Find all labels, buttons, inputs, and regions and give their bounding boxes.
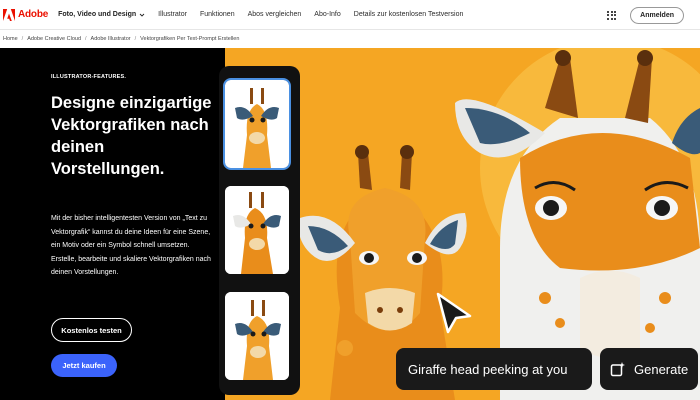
hero-section: ILLUSTRATOR-FEATURES. Designe einzigarti… [0, 48, 700, 400]
adobe-logo-icon [3, 8, 15, 21]
nav-item-abo-info[interactable]: Abo-Info [314, 11, 340, 18]
nav-item-illustrator[interactable]: Illustrator [158, 11, 187, 18]
variation-thumbnail-3[interactable] [225, 292, 289, 380]
free-trial-button[interactable]: Kostenlos testen [51, 318, 132, 342]
hero-text-panel: ILLUSTRATOR-FEATURES. Designe einzigarti… [0, 48, 225, 400]
giraffe-thumbnail-image [225, 80, 289, 168]
variation-thumbnail-strip [219, 66, 300, 395]
cursor-arrow-icon [436, 292, 472, 334]
breadcrumb-separator: / [21, 36, 24, 42]
nav-item-abos-vergleichen[interactable]: Abos vergleichen [248, 11, 302, 18]
generate-label: Generate [634, 361, 689, 377]
adobe-brand-link[interactable]: Adobe [3, 8, 49, 21]
nav-item-label: Foto, Video und Design [58, 11, 137, 18]
variation-thumbnail-2[interactable] [225, 186, 289, 274]
nav-item-foto-video-design[interactable]: Foto, Video und Design [58, 11, 145, 18]
giraffe-thumbnail-image [225, 186, 289, 274]
prompt-text: Giraffe head peeking at you [408, 361, 568, 377]
global-nav: Adobe Foto, Video und Design Illustrator… [0, 0, 700, 30]
app-grid-icon[interactable] [607, 10, 617, 20]
generate-sparkle-icon [610, 362, 625, 377]
breadcrumb-separator: / [134, 36, 137, 42]
brand-name: Adobe [18, 9, 49, 20]
chevron-down-icon [139, 12, 145, 18]
breadcrumb-creative-cloud[interactable]: Adobe Creative Cloud [27, 36, 81, 42]
breadcrumb-separator: / [85, 36, 87, 42]
nav-right: Anmelden [607, 0, 684, 30]
breadcrumb-current-page: Vektorgrafiken Per Text-Prompt Erstellen [140, 36, 240, 42]
nav-item-funktionen[interactable]: Funktionen [200, 11, 235, 18]
hero-description: Mit der bisher intelligentesten Version … [51, 215, 211, 276]
login-button[interactable]: Anmelden [630, 6, 684, 24]
variation-thumbnail-1[interactable] [223, 78, 291, 170]
hero-eyebrow: ILLUSTRATOR-FEATURES. [51, 74, 127, 80]
giraffe-thumbnail-image [225, 292, 289, 380]
hero-headline: Designe einzigartige Vektorgrafiken nach… [51, 94, 212, 178]
breadcrumb-home[interactable]: Home [3, 36, 18, 42]
text-prompt-field[interactable]: Giraffe head peeking at you [396, 348, 592, 390]
nav-item-testversion-details[interactable]: Details zur kostenlosen Testversion [354, 11, 464, 18]
buy-now-button[interactable]: Jetzt kaufen [51, 354, 117, 377]
breadcrumb: Home / Adobe Creative Cloud / Adobe Illu… [0, 30, 700, 48]
nav-items: Foto, Video und Design Illustrator Funkt… [58, 0, 476, 29]
generate-button[interactable]: Generate [600, 348, 698, 390]
breadcrumb-illustrator[interactable]: Adobe Illustrator [91, 36, 131, 42]
